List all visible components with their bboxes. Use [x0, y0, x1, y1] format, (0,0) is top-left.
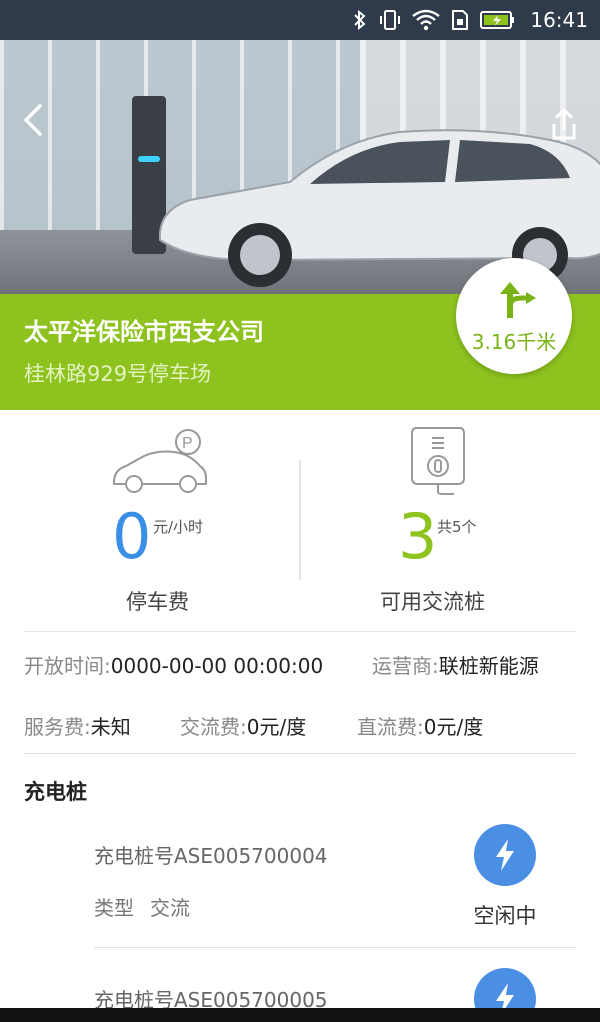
svg-text:P: P	[182, 435, 193, 452]
service-fee-value: 未知	[90, 715, 131, 739]
dc-fee: 直流费:0元/度	[357, 711, 483, 740]
ac-fee-value: 0元/度	[246, 715, 307, 739]
pile-type: 类型 交流	[94, 892, 190, 921]
operator-value: 联桩新能源	[438, 654, 539, 678]
parking-fee-unit: 元/小时	[153, 518, 204, 536]
service-fee: 服务费:未知	[24, 711, 131, 740]
open-time: 开放时间:0000-00-00 00:00:00	[24, 650, 323, 679]
lightning-bolt-icon	[496, 839, 514, 871]
bluetooth-icon	[354, 9, 366, 31]
parking-car-icon: P	[113, 429, 207, 493]
status-bar: 16:41	[0, 0, 600, 40]
status-time: 16:41	[530, 8, 588, 32]
vibrate-icon	[380, 10, 401, 30]
dc-fee-label: 直流费:	[357, 715, 424, 739]
distance-label: 3.16千米	[471, 330, 557, 354]
station-photo	[0, 40, 600, 294]
ac-fee: 交流费:0元/度	[180, 711, 306, 740]
operator-label: 运营商:	[372, 654, 439, 678]
navigation-arrow-icon	[500, 282, 536, 318]
operator: 运营商:联桩新能源	[372, 650, 539, 679]
pile-id: 充电桩号ASE005700004	[94, 844, 328, 868]
ac-pile-label: 可用交流桩	[380, 590, 485, 614]
parking-fee-value: 0	[112, 500, 152, 573]
pile-charge-button[interactable]	[474, 824, 536, 886]
station-address: 桂林路929号停车场	[24, 362, 212, 386]
ac-fee-label: 交流费:	[180, 715, 247, 739]
station-name: 太平洋保险市西支公司	[24, 318, 264, 346]
back-button[interactable]	[14, 100, 54, 140]
parking-fee-label: 停车费	[126, 590, 189, 614]
stats-divider	[299, 460, 301, 580]
open-time-value: 0000-00-00 00:00:00	[110, 654, 324, 678]
divider	[24, 631, 576, 632]
divider	[94, 947, 576, 948]
dc-fee-value: 0元/度	[423, 715, 484, 739]
pile-type-label: 类型	[94, 896, 134, 920]
ac-charger-icon	[411, 427, 465, 495]
ac-pile-total: 共5个	[437, 518, 477, 536]
pile-type-value: 交流	[150, 896, 190, 920]
divider	[24, 753, 576, 754]
status-icons: 16:41	[352, 0, 588, 40]
system-nav-bar	[0, 1008, 600, 1022]
battery-charging-icon	[480, 11, 515, 29]
wifi-icon	[412, 9, 441, 31]
piles-section-title: 充电桩	[24, 780, 87, 804]
share-button[interactable]	[546, 106, 582, 142]
ac-pile-available-count: 3	[398, 500, 438, 573]
pile-status: 空闲中	[473, 904, 537, 928]
service-fee-label: 服务费:	[24, 715, 91, 739]
open-time-label: 开放时间:	[24, 654, 111, 678]
sim-icon	[452, 10, 469, 30]
